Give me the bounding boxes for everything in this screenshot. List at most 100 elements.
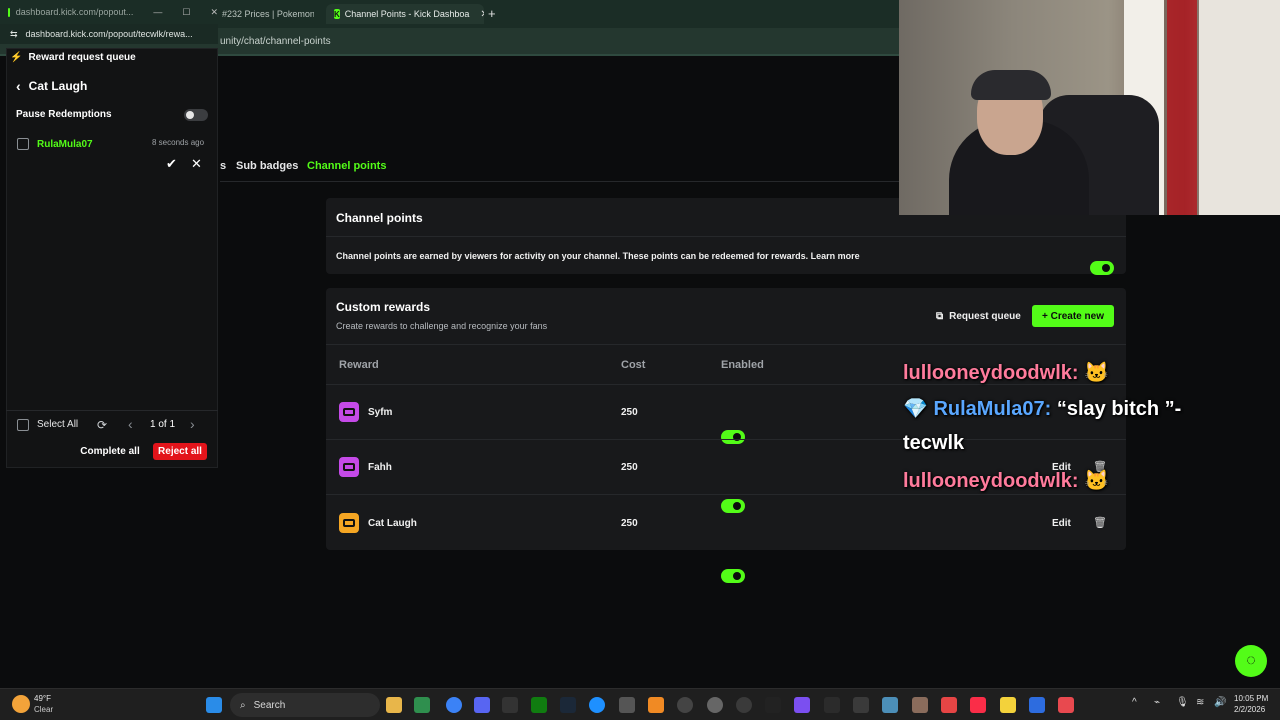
clock-time[interactable]: 10:05 PM: [1234, 694, 1268, 703]
app-icon[interactable]: [1000, 697, 1016, 713]
epic-games-icon[interactable]: [502, 697, 518, 713]
popout-url-bar[interactable]: ⇆ dashboard.kick.com/popout/tecwlk/rewa.…: [0, 24, 218, 44]
request-username[interactable]: RulaMula07: [37, 139, 93, 150]
divider: [6, 410, 218, 411]
reward-cost: 250: [621, 407, 638, 418]
row-divider: [326, 439, 1126, 440]
maps-icon[interactable]: [1058, 697, 1074, 713]
minecraft-icon[interactable]: [619, 697, 635, 713]
new-tab-button[interactable]: +: [488, 6, 496, 21]
request-queue-button[interactable]: ⧉ Request queue: [936, 309, 1021, 323]
browser-tab-pokemon[interactable]: #232 Prices | Pokemon ✕: [214, 4, 314, 24]
weather-temp[interactable]: 49°F: [34, 694, 51, 703]
popout-window-bar: dashboard.kick.com/popout... — ☐ ✕: [0, 0, 218, 24]
weather-desc: Clear: [34, 705, 54, 714]
steam-icon[interactable]: [560, 697, 576, 713]
divider: [326, 236, 1126, 237]
approve-check-icon[interactable]: ✔: [166, 156, 177, 172]
close-icon[interactable]: ✕: [210, 7, 218, 18]
pagination-label: 1 of 1: [150, 419, 176, 430]
support-chat-icon[interactable]: ◌: [1235, 645, 1267, 677]
chat-line: lullooneydoodwlk: 🐱: [903, 362, 1110, 384]
app-icon[interactable]: [794, 697, 810, 713]
reward-enabled-toggle[interactable]: [721, 569, 745, 583]
start-icon[interactable]: [206, 697, 222, 713]
browser-icon[interactable]: [446, 697, 462, 713]
close-tab-icon[interactable]: ✕: [480, 9, 484, 20]
app-icon[interactable]: [677, 697, 693, 713]
wifi-icon[interactable]: ≋: [1196, 697, 1204, 708]
clock-date[interactable]: 2/2/2026: [1234, 705, 1265, 714]
app-icon[interactable]: [912, 697, 928, 713]
app-icon[interactable]: [765, 697, 781, 713]
app-icon[interactable]: [941, 697, 957, 713]
obs-icon[interactable]: [736, 697, 752, 713]
browser-tab-channel-points[interactable]: K Channel Points - Kick Dashboa ✕: [326, 4, 484, 24]
reward-icon-fahh: [339, 457, 359, 477]
column-header-enabled[interactable]: Enabled: [721, 359, 764, 371]
emote-icon: 🐱: [1084, 362, 1110, 384]
xbox-icon[interactable]: [531, 697, 547, 713]
channel-points-toggle[interactable]: [1090, 261, 1114, 275]
chat-line: lullooneydoodwlk: 🐱: [903, 470, 1110, 492]
refresh-icon[interactable]: ⟳: [97, 418, 107, 432]
custom-rewards-subtitle: Create rewards to challenge and recogniz…: [336, 321, 548, 331]
weather-icon: [12, 695, 30, 713]
row-divider: [326, 494, 1126, 495]
webcam-overlay: [899, 0, 1280, 215]
next-page-icon[interactable]: ›: [190, 416, 195, 432]
file-explorer-icon[interactable]: [386, 697, 402, 713]
queue-icon: ⚡: [10, 51, 23, 63]
pause-redemptions-toggle[interactable]: [184, 109, 208, 121]
music-icon[interactable]: [970, 697, 986, 713]
app-icon[interactable]: [824, 697, 840, 713]
prev-page-icon[interactable]: ‹: [128, 416, 133, 432]
request-checkbox[interactable]: [17, 138, 29, 150]
reject-all-button[interactable]: Reject all: [153, 443, 207, 460]
reward-enabled-toggle[interactable]: [721, 499, 745, 513]
network-icon[interactable]: ⌁: [1154, 697, 1160, 708]
edit-button[interactable]: Edit: [1052, 518, 1071, 529]
tab-previous[interactable]: s: [220, 160, 226, 172]
tab-sub-badges[interactable]: Sub badges: [236, 160, 298, 172]
column-header-reward[interactable]: Reward: [339, 359, 379, 371]
pause-redemptions-label: Pause Redemptions: [16, 109, 112, 120]
tabs-divider: [220, 181, 900, 182]
discord-icon[interactable]: [474, 697, 490, 713]
divider: [326, 344, 1126, 345]
search-icon: ⌕: [240, 699, 246, 711]
emote-icon: 🐱: [1084, 470, 1110, 492]
minimize-icon[interactable]: —: [153, 7, 162, 17]
microphone-icon[interactable]: 🎙: [1176, 697, 1189, 708]
channel-points-title: Channel points: [336, 211, 423, 225]
request-time: 8 seconds ago: [152, 138, 205, 147]
chevron-left-icon: ‹: [16, 78, 21, 94]
app-icon[interactable]: [589, 697, 605, 713]
site-settings-icon[interactable]: ⇆: [10, 29, 18, 40]
back-button[interactable]: ‹ Cat Laugh: [16, 78, 87, 94]
kick-icon: K: [334, 9, 340, 19]
reject-x-icon[interactable]: ✕: [191, 156, 202, 172]
popout-header: ⚡ Reward request queue: [10, 51, 136, 63]
app-icon[interactable]: [414, 697, 430, 713]
reward-enabled-toggle[interactable]: [721, 430, 745, 444]
chevron-up-icon[interactable]: ^: [1132, 697, 1137, 708]
select-all-checkbox[interactable]: [17, 419, 29, 431]
app-icon[interactable]: [648, 697, 664, 713]
external-link-icon: ⧉: [936, 310, 944, 322]
trash-icon[interactable]: 🗑: [1093, 516, 1107, 529]
volume-icon[interactable]: 🔊: [1214, 697, 1226, 708]
address-url: unity/chat/channel-points: [220, 36, 331, 47]
column-header-cost[interactable]: Cost: [621, 359, 645, 371]
reward-icon-syfm: [339, 402, 359, 422]
settings-icon[interactable]: [707, 697, 723, 713]
tab-channel-points[interactable]: Channel points: [307, 160, 386, 172]
complete-all-button[interactable]: Complete all: [78, 443, 142, 460]
app-icon[interactable]: [1029, 697, 1045, 713]
create-new-button[interactable]: + Create new: [1032, 305, 1114, 327]
app-icon[interactable]: [853, 697, 869, 713]
maximize-icon[interactable]: ☐: [182, 7, 190, 18]
reward-cost: 250: [621, 462, 638, 473]
app-icon[interactable]: [882, 697, 898, 713]
taskbar-search[interactable]: ⌕ Search: [230, 693, 380, 717]
